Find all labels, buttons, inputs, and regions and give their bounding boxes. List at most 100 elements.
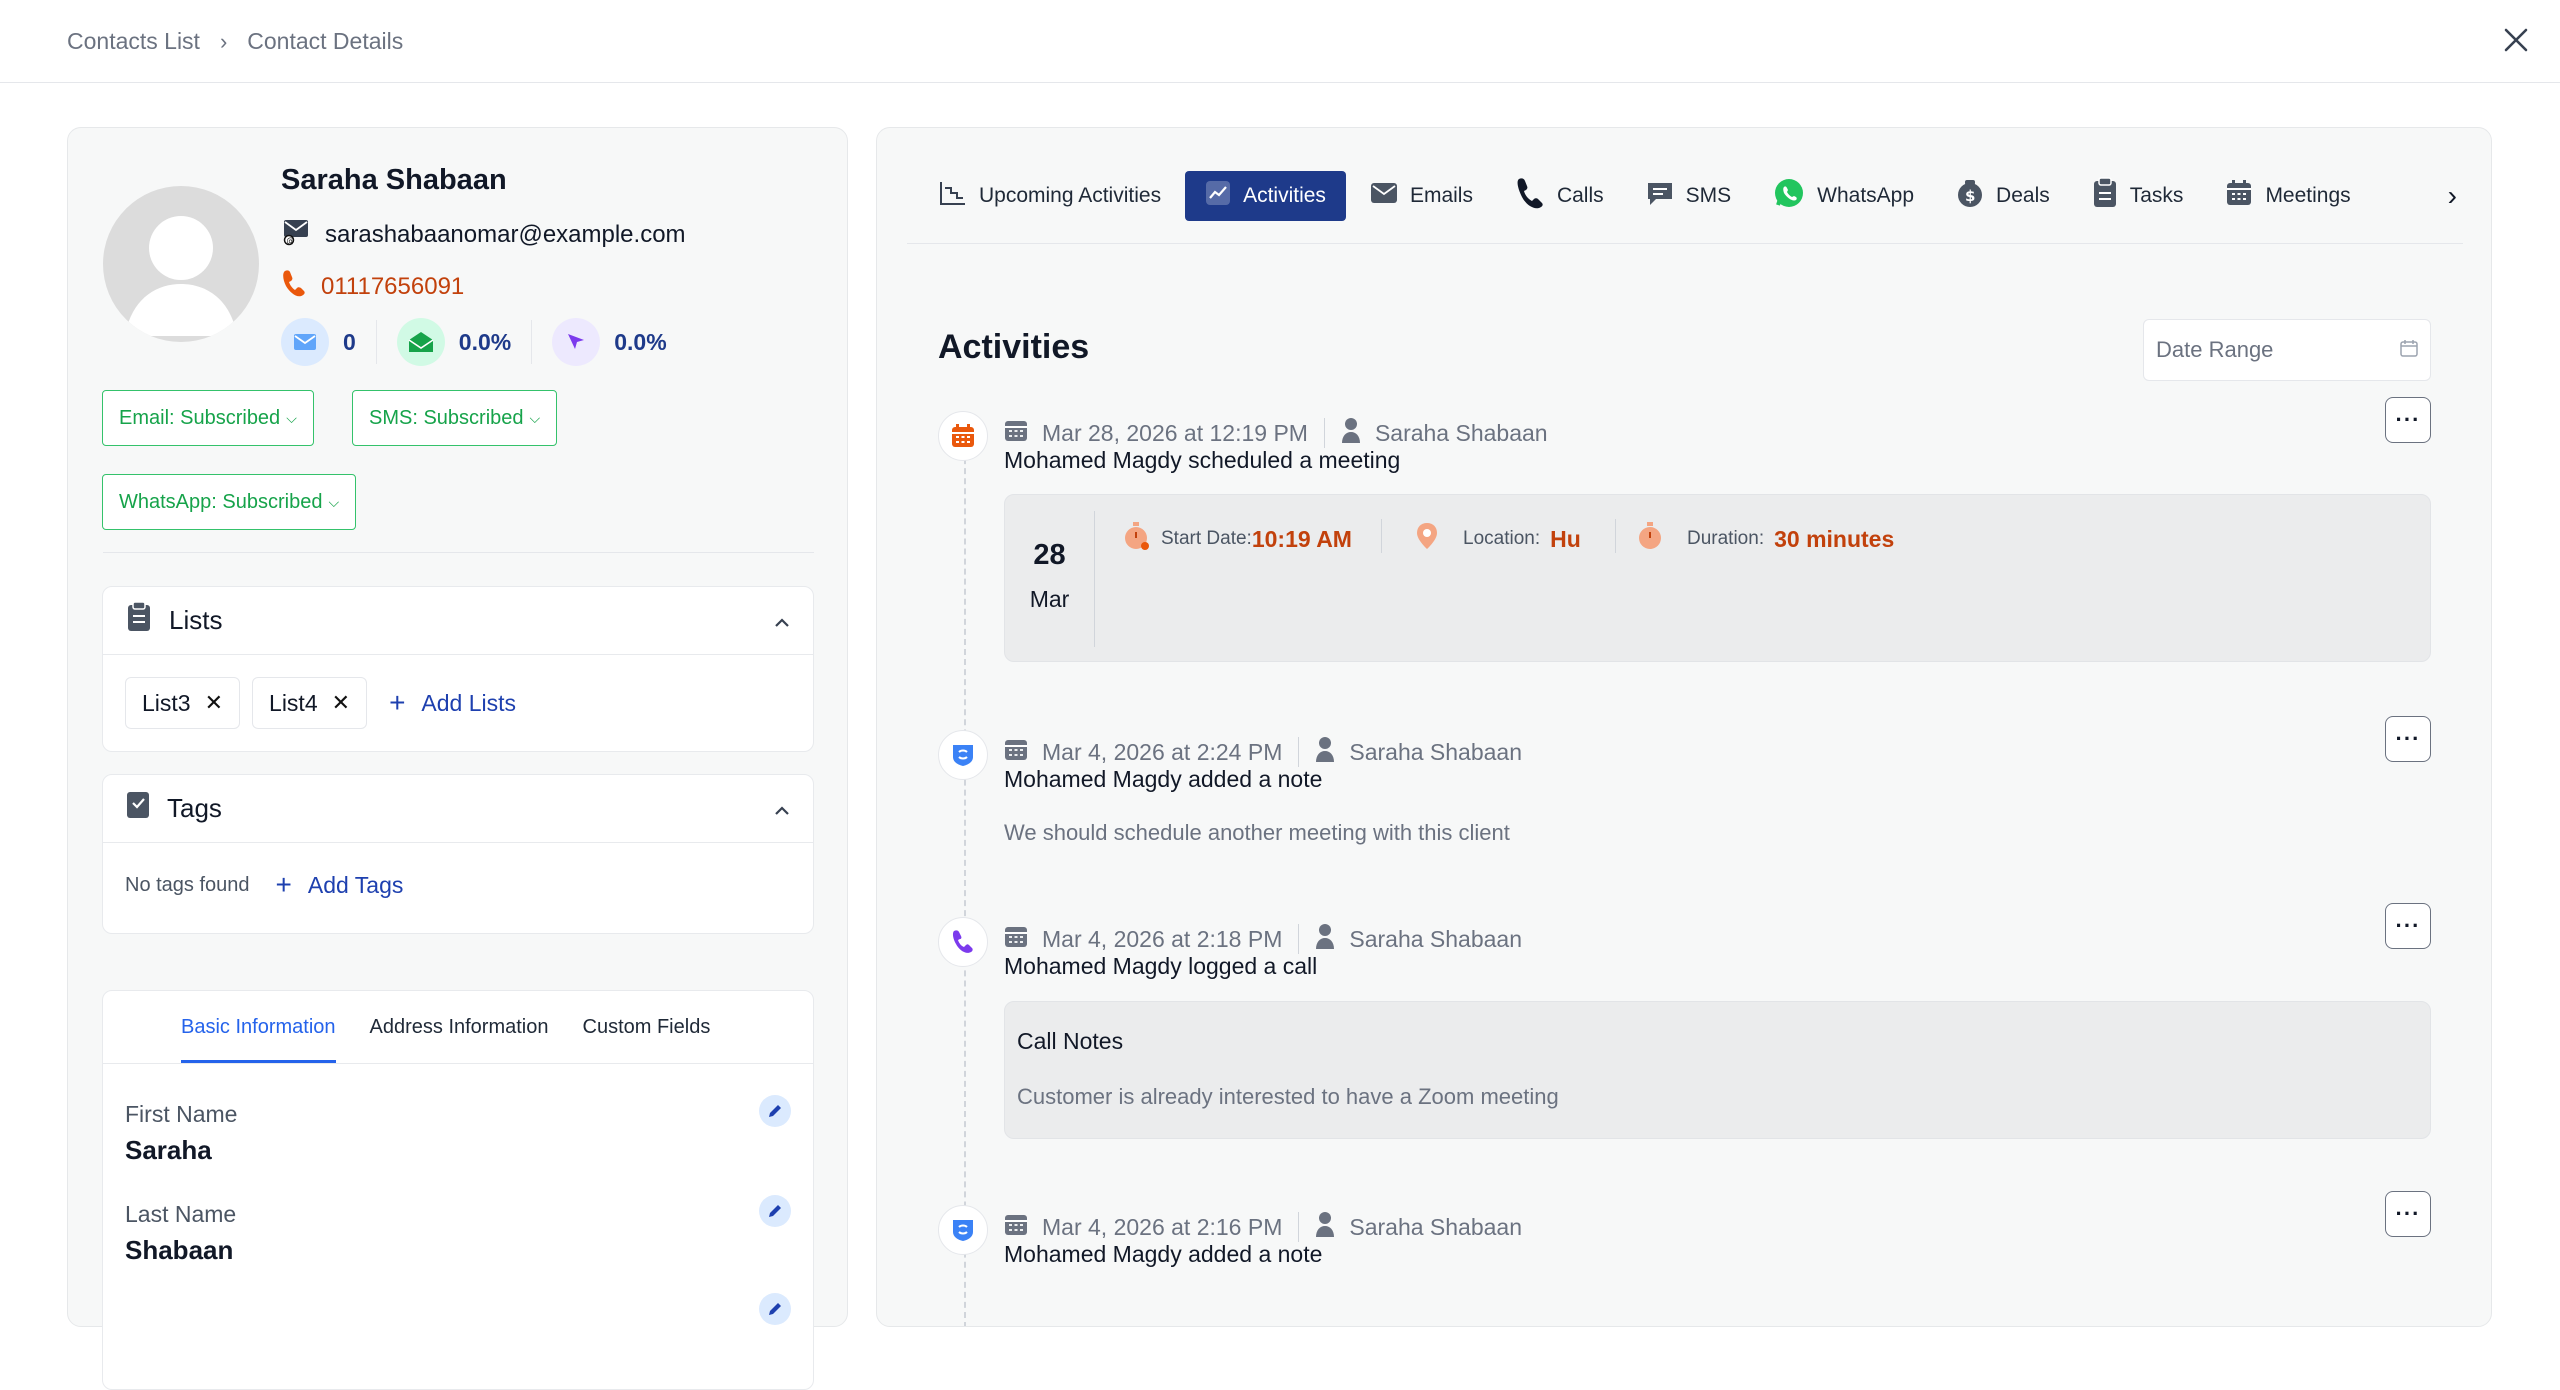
calendar-icon: [1004, 418, 1028, 448]
clipboard-icon: [125, 601, 153, 640]
tab-deals[interactable]: $ Deals: [1938, 171, 2068, 221]
activity-datetime: Mar 4, 2026 at 2:24 PM: [1042, 738, 1283, 765]
sms-subscription-dropdown[interactable]: SMS: Subscribed ⌵: [352, 390, 558, 446]
tab-sms[interactable]: SMS: [1628, 171, 1750, 221]
lists-card-title: Lists: [169, 605, 223, 635]
contact-phone[interactable]: 01117656091: [321, 273, 464, 301]
tab-basic-information[interactable]: Basic Information: [181, 1016, 336, 1063]
call-icon: [938, 917, 988, 967]
activity-meta: Mar 4, 2026 at 2:16 PM Saraha Shabaan: [1004, 1211, 1522, 1243]
tab-label: WhatsApp: [1817, 183, 1915, 207]
timeline-line: [964, 428, 966, 1326]
engagement-stats: 0 0.0% 0.0%: [281, 318, 687, 366]
divider: [1298, 737, 1300, 767]
top-bar: Contacts List › Contact Details: [0, 0, 2560, 83]
divider: [1381, 519, 1382, 553]
remove-icon[interactable]: ✕: [332, 690, 350, 716]
meeting-location: Location: Hu: [1415, 521, 1581, 557]
bookmark-check-icon: [125, 790, 151, 827]
chevron-down-icon: ⌵: [286, 409, 297, 426]
note-icon: [938, 730, 988, 780]
lists-chips: List3 ✕ List4 ✕ + Add Lists: [103, 655, 813, 751]
more-options-button[interactable]: ···: [2385, 1191, 2431, 1237]
activity-title: Mohamed Magdy logged a call: [1004, 953, 1318, 979]
contact-info-card: Basic Information Address Information Cu…: [102, 990, 814, 1390]
contact-email[interactable]: sarashabaanomar@example.com: [325, 221, 686, 249]
mail-icon: [1370, 182, 1398, 210]
tags-card-title: Tags: [167, 793, 222, 823]
chevron-right-icon[interactable]: ›: [2448, 180, 2457, 212]
emails-sent-value: 0: [343, 328, 356, 355]
user-icon: [1341, 417, 1361, 449]
activities-panel: Upcoming Activities Activities Emails Ca…: [876, 127, 2492, 1327]
tab-address-information[interactable]: Address Information: [370, 1016, 549, 1063]
list-chip-label: List3: [142, 689, 191, 716]
list-chip: List4 ✕: [252, 677, 368, 729]
calendar-icon: [1004, 924, 1028, 954]
tab-emails[interactable]: Emails: [1352, 171, 1491, 221]
tab-custom-fields[interactable]: Custom Fields: [583, 1016, 711, 1063]
email-subscription-dropdown[interactable]: Email: Subscribed ⌵: [102, 390, 314, 446]
meeting-duration: Duration: 30 minutes: [1637, 521, 1894, 557]
open-mail-icon: [396, 318, 445, 366]
more-options-button[interactable]: ···: [2385, 903, 2431, 949]
divider: [531, 320, 533, 364]
tab-meetings[interactable]: Meetings: [2207, 171, 2368, 221]
date-range-placeholder: Date Range: [2156, 337, 2274, 362]
list-chip-label: List4: [269, 689, 318, 716]
date-range-input[interactable]: Date Range: [2143, 319, 2431, 381]
add-tags-button[interactable]: + Add Tags: [276, 869, 404, 901]
meeting-date-badge: 28 Mar: [1005, 511, 1095, 647]
meeting-duration-value: 30 minutes: [1774, 525, 1895, 552]
contact-profile-panel: Saraha Shabaan @ sarashabaanomar@example…: [67, 127, 848, 1390]
tab-activities[interactable]: Activities: [1185, 170, 1346, 221]
last-name-value: Shabaan: [125, 1235, 234, 1265]
more-icon: ···: [2395, 913, 2421, 938]
more-options-button[interactable]: ···: [2385, 716, 2431, 762]
plus-icon: +: [275, 869, 292, 900]
chevron-up-icon[interactable]: [773, 605, 791, 636]
tab-tasks[interactable]: Tasks: [2074, 171, 2202, 221]
meeting-calendar-icon: [938, 411, 988, 461]
tab-whatsapp[interactable]: WhatsApp: [1755, 171, 1932, 221]
activity-meta: Mar 4, 2026 at 2:18 PM Saraha Shabaan: [1004, 923, 1522, 955]
call-notes-title: Call Notes: [1017, 1028, 1124, 1054]
stopwatch-icon: [1123, 521, 1151, 557]
divider: [1323, 418, 1325, 448]
activity-title: Mohamed Magdy scheduled a meeting: [1004, 447, 1401, 473]
more-options-button[interactable]: ···: [2385, 397, 2431, 443]
meeting-start: Start Date: 10:19 AM: [1123, 521, 1352, 557]
pencil-icon: [769, 1303, 781, 1315]
divider: [103, 552, 814, 553]
whatsapp-subscription-dropdown[interactable]: WhatsApp: Subscribed ⌵: [102, 474, 357, 530]
edit-first-name-button[interactable]: [759, 1095, 791, 1127]
tab-label: Calls: [1556, 183, 1604, 207]
edit-last-name-button[interactable]: [759, 1195, 791, 1227]
edit-field-button[interactable]: [759, 1293, 791, 1325]
contact-phone-row: 01117656091: [281, 268, 464, 305]
tab-label: Emails: [1409, 183, 1473, 207]
add-tags-label: Add Tags: [307, 871, 404, 898]
lists-card-header[interactable]: Lists: [103, 587, 813, 655]
tab-label: SMS: [1685, 183, 1732, 207]
add-lists-button[interactable]: + Add Lists: [389, 687, 516, 719]
activity-datetime: Mar 4, 2026 at 2:18 PM: [1042, 925, 1283, 952]
close-icon[interactable]: [2496, 20, 2536, 60]
meeting-month: Mar: [1029, 586, 1070, 612]
breadcrumb-contacts-list[interactable]: Contacts List: [67, 28, 200, 55]
calendar-icon: [2400, 337, 2418, 363]
meeting-start-value: 10:19 AM: [1251, 525, 1352, 552]
activity-user: Saraha Shabaan: [1349, 1213, 1523, 1240]
activity-user: Saraha Shabaan: [1349, 738, 1523, 765]
tab-upcoming-activities[interactable]: Upcoming Activities: [921, 171, 1179, 221]
activities-title: Activities: [938, 328, 1090, 366]
clipboard-icon: [2092, 176, 2118, 215]
tab-label: Tasks: [2129, 183, 2184, 207]
tab-calls[interactable]: Calls: [1497, 171, 1622, 221]
meeting-location-value: Hu: [1550, 525, 1581, 552]
tags-card-header[interactable]: Tags: [103, 775, 813, 843]
chevron-up-icon[interactable]: [773, 793, 791, 824]
chevron-down-icon: ⌵: [328, 493, 340, 510]
remove-icon[interactable]: ✕: [205, 690, 223, 716]
email-subscription-label: Email: Subscribed: [119, 406, 281, 429]
